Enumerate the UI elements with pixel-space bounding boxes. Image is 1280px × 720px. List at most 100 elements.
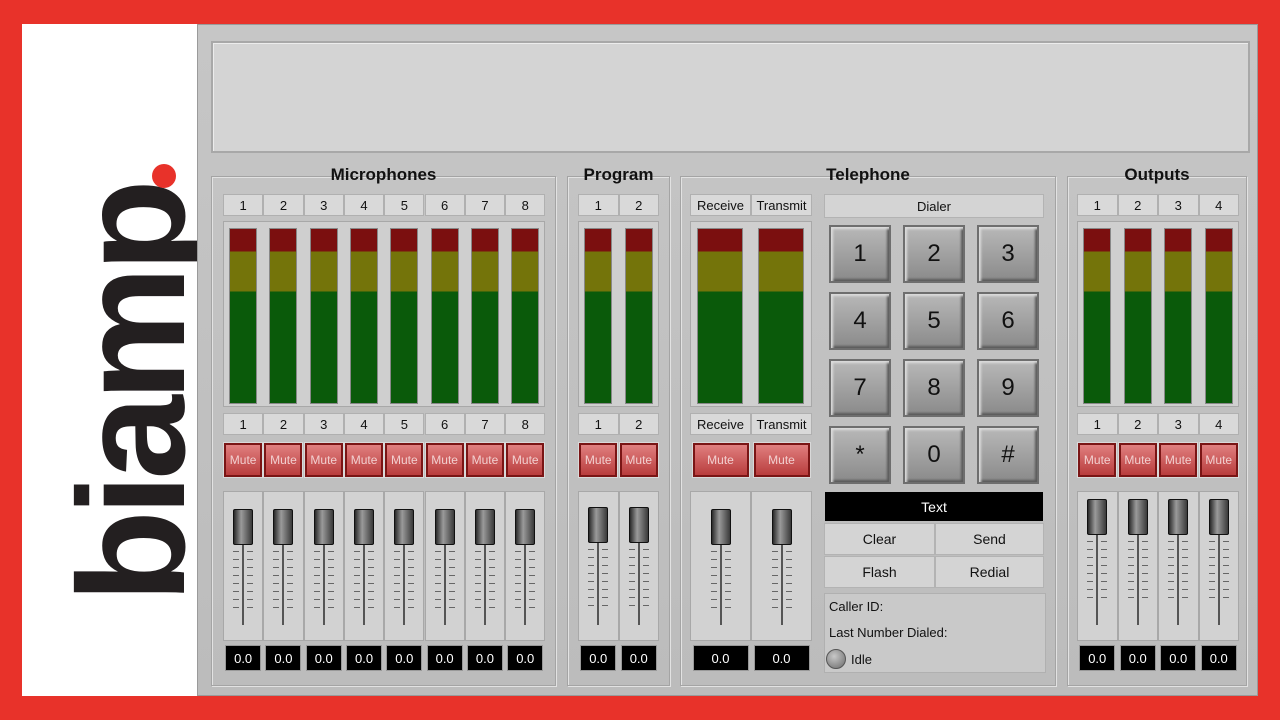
microphones-mute-button[interactable]: Mute (384, 442, 425, 478)
program-fader-knob[interactable] (628, 507, 649, 543)
program-fader-tick (588, 581, 595, 582)
dial-key-3[interactable]: 3 (977, 225, 1039, 283)
outputs-fader-knob[interactable] (1208, 499, 1229, 535)
program-fader-knob[interactable] (588, 507, 609, 543)
outputs-mute-button[interactable]: Mute (1198, 442, 1239, 478)
microphones-fader-tick (327, 551, 334, 552)
microphones-fader-tick (313, 559, 320, 560)
microphones-fader-tick (394, 607, 401, 608)
microphones-fader-tick (448, 575, 455, 576)
telephone-mute-button[interactable]: Mute (691, 442, 750, 478)
microphones-fader-knob[interactable] (515, 509, 536, 545)
outputs-fader-tick (1222, 597, 1229, 598)
microphones-fader-tick (287, 591, 294, 592)
microphones-mute-button[interactable]: Mute (303, 442, 344, 478)
program-mute-button[interactable]: Mute (618, 442, 659, 478)
clear-button[interactable]: Clear (824, 523, 935, 555)
microphones-mute-button[interactable]: Mute (464, 442, 505, 478)
microphones-fader-tick (287, 583, 294, 584)
microphones-fader-knob[interactable] (434, 509, 455, 545)
dial-key-6[interactable]: 6 (977, 292, 1039, 350)
microphones-channel-label-top: 7 (464, 194, 506, 216)
dial-key-5[interactable]: 5 (903, 292, 965, 350)
outputs-channel-label-bottom: 4 (1198, 413, 1239, 435)
dial-key-7[interactable]: 7 (829, 359, 891, 417)
outputs-mute-button[interactable]: Mute (1077, 442, 1118, 478)
microphones-mute-button[interactable]: Mute (223, 442, 264, 478)
dial-key-star[interactable]: * (829, 426, 891, 484)
dial-key-hash[interactable]: # (977, 426, 1039, 484)
microphones-fader-tick (287, 567, 294, 568)
microphones-fader-knob[interactable] (273, 509, 294, 545)
outputs-fader-tick (1182, 565, 1189, 566)
outputs-level-meter (1164, 228, 1192, 404)
telephone-fader-tick (710, 567, 717, 568)
redial-button[interactable]: Redial (935, 556, 1044, 588)
outputs-fader-tick (1101, 573, 1108, 574)
microphones-channel-label-top: 1 (223, 194, 264, 216)
microphones-fader-tick (313, 575, 320, 576)
outputs-fader-tick (1101, 581, 1108, 582)
outputs-fader-knob[interactable] (1087, 499, 1108, 535)
microphones-fader-tick (354, 583, 361, 584)
microphones-fader-knob[interactable] (474, 509, 495, 545)
outputs-mute-button[interactable]: Mute (1158, 442, 1199, 478)
microphones-value-display: 0.0 (305, 645, 342, 671)
microphones-fader-knob[interactable] (313, 509, 334, 545)
outputs-fader-tick (1168, 573, 1175, 574)
dial-key-4[interactable]: 4 (829, 292, 891, 350)
microphones-fader-tick (474, 551, 481, 552)
program-fader-tick (642, 549, 649, 550)
microphones-fader-tick (529, 583, 536, 584)
microphones-mute-button[interactable]: Mute (263, 442, 304, 478)
text-field[interactable]: Text (825, 492, 1043, 521)
microphones-fader-knob[interactable] (233, 509, 254, 545)
microphones-fader-tick (408, 607, 415, 608)
outputs-fader-knob[interactable] (1168, 499, 1189, 535)
dial-key-9[interactable]: 9 (977, 359, 1039, 417)
microphones-fader-knob[interactable] (354, 509, 375, 545)
caller-id-label: Caller ID: (829, 599, 884, 614)
program-mute-button[interactable]: Mute (578, 442, 619, 478)
microphones-fader-tick (327, 599, 334, 600)
outputs-fader-tick (1208, 589, 1215, 590)
program-channel-label-bottom: 2 (618, 413, 659, 435)
dial-key-0[interactable]: 0 (903, 426, 965, 484)
dial-key-8[interactable]: 8 (903, 359, 965, 417)
outputs-fader-tick (1168, 557, 1175, 558)
outputs-mute-button[interactable]: Mute (1117, 442, 1158, 478)
microphones-fader-tick (247, 599, 254, 600)
microphones-fader-knob[interactable] (394, 509, 415, 545)
microphones-mute-button[interactable]: Mute (505, 442, 546, 478)
microphones-fader-tick (233, 551, 240, 552)
microphones-fader-tick (488, 607, 495, 608)
outputs-fader-tick (1208, 573, 1215, 574)
telephone-mute-button[interactable]: Mute (752, 442, 811, 478)
telephone-fader-tick (771, 567, 778, 568)
microphones-level-meter (349, 228, 378, 404)
telephone-fader-tick (771, 559, 778, 560)
outputs-fader-tick (1168, 541, 1175, 542)
telephone-fader-knob[interactable] (771, 509, 792, 545)
microphones-value-display: 0.0 (346, 645, 383, 671)
outputs-fader-tick (1087, 581, 1094, 582)
microphones-fader-tick (394, 583, 401, 584)
outputs-fader-knob[interactable] (1127, 499, 1148, 535)
send-button[interactable]: Send (935, 523, 1044, 555)
microphones-fader-tick (354, 551, 361, 552)
dial-key-1[interactable]: 1 (829, 225, 891, 283)
flash-button[interactable]: Flash (824, 556, 935, 588)
outputs-fader-tick (1087, 565, 1094, 566)
microphones-fader-tick (313, 551, 320, 552)
microphones-fader-tick (434, 583, 441, 584)
telephone-fader-knob[interactable] (710, 509, 731, 545)
microphones-fader-tick (448, 559, 455, 560)
microphones-fader-tick (327, 591, 334, 592)
microphones-fader-tick (368, 551, 375, 552)
telephone-level-meter (697, 228, 743, 404)
dial-key-2[interactable]: 2 (903, 225, 965, 283)
microphones-mute-button[interactable]: Mute (424, 442, 465, 478)
outputs-channel-label-top: 4 (1198, 194, 1239, 216)
outputs-fader-tick (1222, 581, 1229, 582)
microphones-mute-button[interactable]: Mute (344, 442, 385, 478)
